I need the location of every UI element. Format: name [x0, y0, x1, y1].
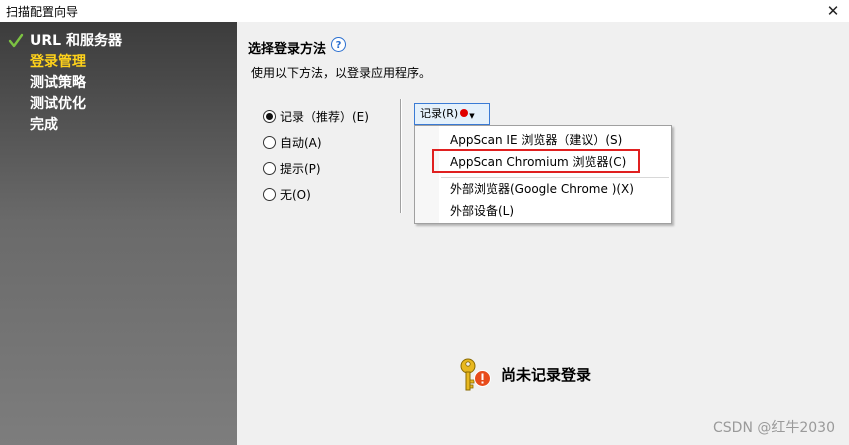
radio-button[interactable]	[263, 188, 276, 201]
wizard-step-login[interactable]: 登录管理	[30, 52, 86, 72]
menu-item-appscan-chromium[interactable]: AppScan Chromium 浏览器(C)	[450, 152, 626, 172]
record-button-label: 记录(R)	[420, 107, 459, 120]
wizard-step-url-server[interactable]: URL 和服务器	[8, 31, 122, 51]
window-title: 扫描配置向导	[6, 5, 79, 19]
wizard-step-test-optimization[interactable]: 测试优化	[30, 94, 86, 114]
menu-item-appscan-ie[interactable]: AppScan IE 浏览器（建议）(S)	[450, 130, 622, 150]
record-dropdown-menu: AppScan IE 浏览器（建议）(S) AppScan Chromium 浏…	[414, 125, 672, 224]
vertical-divider	[400, 99, 402, 213]
radio-label: 提示(P)	[280, 162, 321, 176]
wizard-step-label: URL 和服务器	[30, 33, 122, 49]
description-text: 使用以下方法，以登录应用程序。	[251, 66, 432, 80]
record-split-button[interactable]: 记录(R) ▼	[414, 103, 490, 125]
check-icon	[8, 33, 24, 48]
menu-item-external-browser[interactable]: 外部浏览器(Google Chrome )(X)	[450, 179, 634, 199]
wizard-step-label: 完成	[30, 117, 58, 133]
main-panel: 选择登录方法 ? 使用以下方法，以登录应用程序。 记录（推荐）(E) 自动(A)…	[237, 22, 849, 445]
record-dot-icon	[460, 109, 469, 117]
wizard-step-label: 测试优化	[30, 96, 86, 112]
radio-label: 无(O)	[280, 188, 311, 202]
warning-icon	[474, 370, 491, 387]
radio-prompt[interactable]: 提示(P)	[263, 161, 321, 177]
wizard-step-test-policy[interactable]: 测试策略	[30, 73, 86, 93]
radio-auto[interactable]: 自动(A)	[263, 135, 322, 151]
radio-button[interactable]	[263, 136, 276, 149]
menu-gutter	[415, 126, 439, 223]
watermark-text: CSDN @红牛2030	[713, 420, 835, 436]
menu-separator	[441, 177, 669, 178]
help-icon[interactable]: ?	[331, 37, 346, 52]
close-button[interactable]: ✕	[823, 1, 843, 21]
radio-record[interactable]: 记录（推荐）(E)	[263, 109, 369, 125]
wizard-step-label: 登录管理	[30, 54, 86, 70]
wizard-sidebar: URL 和服务器 登录管理 测试策略 测试优化 完成	[0, 22, 237, 445]
radio-button[interactable]	[263, 110, 276, 123]
chevron-down-icon: ▼	[469, 112, 475, 120]
radio-button[interactable]	[263, 162, 276, 175]
menu-item-external-device[interactable]: 外部设备(L)	[450, 201, 514, 221]
radio-label: 记录（推荐）(E)	[280, 110, 369, 124]
status-text: 尚未记录登录	[501, 366, 592, 384]
section-title: 选择登录方法	[248, 42, 327, 57]
wizard-step-label: 测试策略	[30, 75, 86, 91]
wizard-step-complete[interactable]: 完成	[30, 115, 58, 135]
radio-label: 自动(A)	[280, 136, 322, 150]
radio-none[interactable]: 无(O)	[263, 187, 311, 203]
title-bar: 扫描配置向导 ✕	[0, 0, 849, 22]
